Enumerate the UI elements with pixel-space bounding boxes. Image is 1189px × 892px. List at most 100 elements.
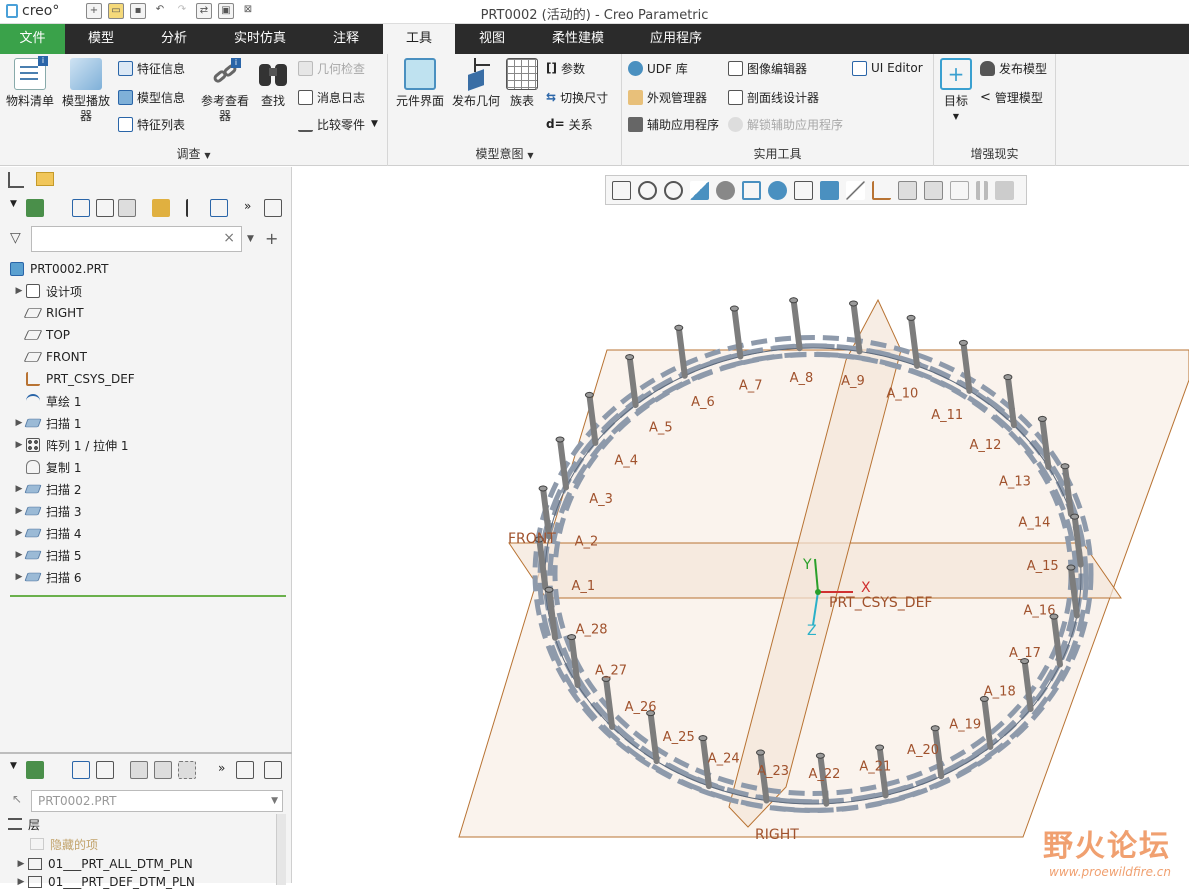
layer-properties-icon[interactable]	[236, 761, 254, 779]
tree-item[interactable]: ▶ 扫描 6	[0, 566, 292, 588]
layer-row[interactable]: ▶ 01___PRT_ALL_DTM_PLN	[14, 854, 193, 874]
csys-display-icon[interactable]	[898, 180, 917, 200]
model-viewport[interactable]: A_1 A_2 A_3 A_4 A_5 A_6 A_7 A_8 A_9 A_10 A_11 A_12 A…	[293, 167, 1189, 883]
tree-item[interactable]: ▶ 阵列 1 / 拉伸 1	[0, 434, 292, 456]
spin-center-icon[interactable]	[924, 180, 943, 200]
tree-root[interactable]: PRT0002.PRT	[0, 258, 292, 280]
clear-icon[interactable]: ×	[223, 230, 235, 246]
scrollbar[interactable]	[276, 814, 286, 885]
tree-columns-icon[interactable]	[96, 761, 114, 779]
hidden-items-row[interactable]: 隐藏的项	[30, 834, 98, 854]
tab-live-simulation[interactable]: 实时仿真	[211, 24, 309, 54]
model-player-button[interactable]: 模型播放 器	[58, 58, 114, 124]
tree-item[interactable]: RIGHT	[0, 302, 292, 324]
annotation-display-icon[interactable]	[950, 180, 969, 200]
zoom-in-icon[interactable]	[638, 180, 657, 200]
tab-flexible-modeling[interactable]: 柔性建模	[529, 24, 627, 54]
tree-item[interactable]: TOP	[0, 324, 292, 346]
family-table-button[interactable]: 族表	[506, 58, 538, 109]
saved-orientations-icon[interactable]	[742, 180, 761, 200]
layer-isolate-icon[interactable]	[178, 761, 196, 779]
feature-list-button[interactable]: 特征列表	[118, 114, 185, 134]
bookmark-icon[interactable]	[152, 199, 170, 217]
tree-search-input[interactable]	[36, 228, 216, 250]
tree-columns-icon[interactable]	[96, 199, 114, 217]
datum-display-icon[interactable]	[872, 180, 891, 200]
compare-part-button[interactable]: 比较零件 ▼	[298, 114, 378, 134]
view-manager-icon[interactable]	[768, 180, 787, 200]
tab-annotate[interactable]: 注释	[309, 24, 383, 54]
find-button[interactable]: 查找	[256, 58, 290, 109]
tree-item[interactable]: FRONT	[0, 346, 292, 368]
tab-view[interactable]: 视图	[455, 24, 529, 54]
feature-info-button[interactable]: 特征信息	[118, 58, 185, 78]
layer-show-icon[interactable]	[130, 761, 148, 779]
expand-arrow-icon[interactable]: ▶	[14, 859, 28, 869]
tree-filter-icon[interactable]	[186, 199, 204, 217]
tree-list-icon[interactable]	[72, 761, 90, 779]
ui-editor-button[interactable]: UI Editor	[852, 58, 923, 78]
unlock-aux-apps-button[interactable]: 解锁辅助应用程序	[728, 114, 843, 134]
show-icon[interactable]	[118, 199, 136, 217]
xsection-designer-button[interactable]: 剖面线设计器	[728, 87, 819, 107]
tab-file[interactable]: 文件	[0, 24, 65, 54]
tree-item[interactable]: ▶ 扫描 4	[0, 522, 292, 544]
repaint-icon[interactable]	[690, 180, 709, 200]
manage-model-button[interactable]: < 管理模型	[980, 87, 1043, 107]
model-tree-tab-icon[interactable]	[8, 172, 24, 188]
tree-item[interactable]: 草绘 1	[0, 390, 292, 412]
more-icon[interactable]: »	[218, 761, 236, 779]
publish-model-button[interactable]: 发布模型	[980, 58, 1047, 78]
auxiliary-apps-button[interactable]: 辅助应用程序	[628, 114, 719, 134]
settings-table-icon[interactable]	[210, 199, 228, 217]
pause-icon[interactable]	[976, 180, 988, 200]
image-editor-button[interactable]: 图像编辑器	[728, 58, 807, 78]
message-log-button[interactable]: 消息日志	[298, 87, 365, 107]
group-label-model-intent[interactable]: 模型意图 ▼	[388, 145, 621, 162]
tree-item[interactable]: ▶ 扫描 5	[0, 544, 292, 566]
display-style-icon[interactable]	[820, 180, 839, 200]
document-icon[interactable]	[264, 199, 282, 217]
tree-search-field[interactable]: ×	[31, 226, 242, 252]
insert-here-indicator[interactable]	[10, 595, 286, 597]
refit-icon[interactable]	[612, 180, 631, 200]
bom-button[interactable]: i 物料清单	[4, 56, 56, 109]
layer-hide-icon[interactable]	[154, 761, 172, 779]
layer-model-select[interactable]: PRT0002.PRT ▼	[31, 790, 283, 812]
parameters-button[interactable]: [] 参数	[546, 58, 585, 78]
folder-browser-tab-icon[interactable]	[36, 172, 54, 186]
tree-item[interactable]: 复制 1	[0, 456, 292, 478]
reorient-icon[interactable]	[716, 180, 735, 200]
switch-dimensions-button[interactable]: ⇆ 切换尺寸	[546, 87, 608, 107]
model-info-button[interactable]: 模型信息	[118, 87, 185, 107]
tree-item[interactable]: ▶ 扫描 3	[0, 500, 292, 522]
tree-item[interactable]: PRT_CSYS_DEF	[0, 368, 292, 390]
section-icon[interactable]	[846, 180, 865, 200]
chevron-down-icon[interactable]: ▼	[247, 234, 254, 244]
expand-arrow-icon[interactable]: ▶	[12, 440, 26, 450]
stop-icon[interactable]	[995, 180, 1014, 200]
component-interface-button[interactable]: 元件界面	[392, 58, 448, 109]
more-icon[interactable]: »	[244, 199, 262, 217]
tab-applications[interactable]: 应用程序	[627, 24, 725, 54]
publish-geometry-button[interactable]: 发布几何	[448, 58, 504, 109]
relations-button[interactable]: d= 关系	[546, 114, 593, 134]
reference-viewer-button[interactable]: i 参考查看 器	[196, 58, 254, 124]
geometry-check-button[interactable]: 几何检查	[298, 58, 365, 78]
appearance-manager-button[interactable]: 外观管理器	[628, 87, 707, 107]
perspective-view-icon[interactable]	[794, 180, 813, 200]
tab-tools[interactable]: 工具	[383, 24, 455, 54]
layer-row[interactable]: ▶ 01___PRT_DEF_DTM_PLN	[14, 872, 195, 892]
add-icon[interactable]: +	[265, 229, 278, 248]
tree-item[interactable]: ▶ 设计项	[0, 280, 292, 302]
tree-list-icon[interactable]	[72, 199, 90, 217]
tab-analysis[interactable]: 分析	[137, 24, 211, 54]
expand-arrow-icon[interactable]: ▶	[12, 286, 26, 296]
graphics-window[interactable]: A_1 A_2 A_3 A_4 A_5 A_6 A_7 A_8 A_9 A_10 A_11 A_12 A…	[293, 167, 1189, 883]
zoom-out-icon[interactable]	[664, 180, 683, 200]
expand-arrow-icon[interactable]: ▶	[14, 877, 28, 887]
tab-model[interactable]: 模型	[65, 24, 137, 54]
tree-item[interactable]: ▶ 扫描 2	[0, 478, 292, 500]
target-button[interactable]: + 目标 ▼	[938, 58, 974, 124]
udf-library-button[interactable]: UDF 库	[628, 58, 688, 78]
